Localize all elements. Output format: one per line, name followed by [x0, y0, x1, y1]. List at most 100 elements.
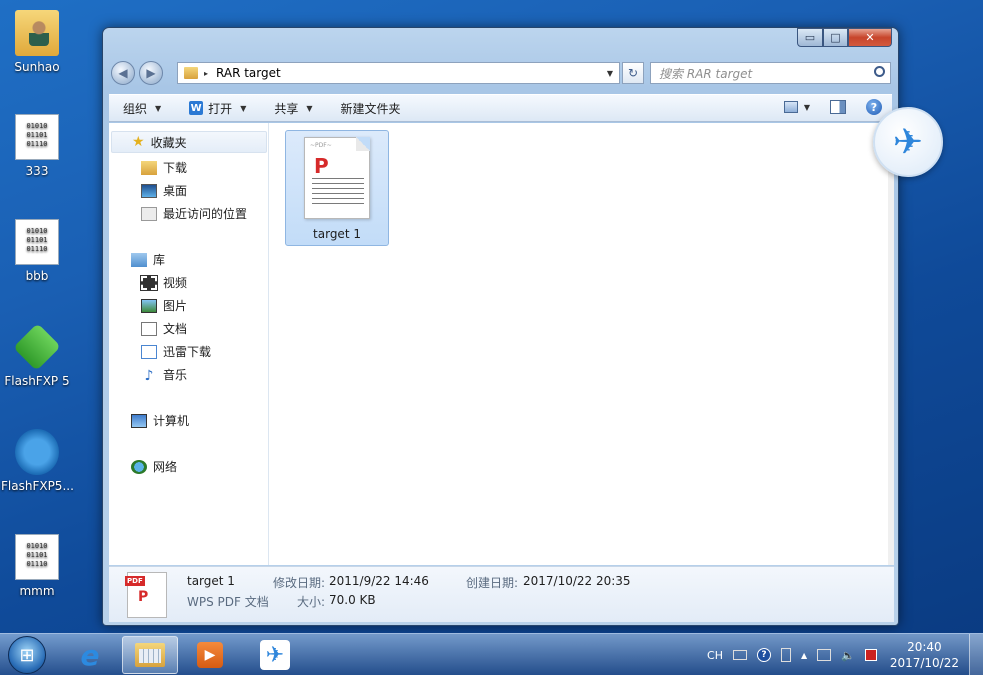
- minimize-button[interactable]: ▭: [797, 28, 823, 47]
- nav-item-downloads[interactable]: 下载: [141, 159, 187, 176]
- show-desktop-button[interactable]: [969, 634, 983, 675]
- address-dropdown-icon[interactable]: ▼: [607, 69, 613, 78]
- system-tray: CH ? ▲ 🔈 20:40 2017/10/22: [702, 634, 983, 675]
- file-name: target 1: [313, 227, 361, 241]
- nav-item-videos[interactable]: 视频: [140, 274, 187, 291]
- keyboard-icon[interactable]: [732, 650, 747, 660]
- share-button[interactable]: 共享 ▼: [274, 100, 312, 117]
- network-icon: [131, 459, 147, 474]
- desktop-icon-flashfxp5-setup[interactable]: FlashFXP5...: [1, 429, 74, 493]
- downloads-folder-icon: [141, 160, 157, 175]
- address-row: ◀ ▶ ▸ RAR target ▼ ↻ 搜索 RAR target: [109, 60, 892, 86]
- desktop-icon-label: Sunhao: [14, 60, 60, 74]
- nav-item-recent-places[interactable]: 最近访问的位置: [141, 205, 247, 222]
- clock-date: 2017/10/22: [889, 656, 959, 670]
- command-bar: 组织 ▼ W 打开 ▼ 共享 ▼ 新建文件夹 ▼ ?: [109, 94, 892, 122]
- file-item[interactable]: ~PDF~ P target 1: [285, 130, 389, 246]
- help-icon[interactable]: ?: [866, 99, 882, 115]
- details-file-name: target 1: [187, 574, 235, 588]
- chevron-down-icon: ▼: [306, 103, 313, 113]
- desktop-icon-sunhao[interactable]: Sunhao: [1, 10, 73, 74]
- search-icon[interactable]: [874, 66, 885, 77]
- clock-time: 20:40: [907, 640, 942, 654]
- taskbar-explorer[interactable]: [122, 636, 178, 674]
- music-note-icon: ♪: [144, 367, 154, 384]
- explorer-window: ▭ □ ✕ ◀ ▶ ▸ RAR target ▼ ↻ 搜索 RAR target…: [102, 27, 899, 626]
- file-explorer-icon: [135, 643, 165, 667]
- nav-computer[interactable]: 计算机: [131, 412, 189, 429]
- close-button[interactable]: ✕: [848, 28, 892, 47]
- language-indicator[interactable]: CH: [707, 649, 723, 662]
- bird-app-icon: ✈: [260, 640, 290, 670]
- nav-libraries-label: 库: [153, 253, 166, 267]
- organize-button[interactable]: 组织 ▼: [123, 100, 161, 117]
- desktop-icon-label: FlashFXP5...: [1, 479, 74, 493]
- open-button[interactable]: W 打开 ▼: [189, 100, 246, 117]
- binary-file-icon: 01010 01101 01110: [15, 534, 59, 580]
- forward-button[interactable]: ▶: [139, 61, 163, 85]
- desktop-icon: [141, 183, 157, 198]
- nav-favorites[interactable]: ★ 收藏夹: [111, 131, 267, 153]
- maximize-button[interactable]: □: [823, 28, 848, 47]
- pen-settings-icon[interactable]: [780, 648, 791, 662]
- documents-icon: [141, 321, 157, 336]
- desktop-icon-label: mmm: [19, 584, 55, 598]
- action-center-icon[interactable]: [864, 649, 877, 661]
- nav-item-music[interactable]: ♪ 音乐: [141, 366, 187, 384]
- show-hidden-icons-icon[interactable]: ▲: [801, 651, 807, 660]
- page-fold: [356, 137, 370, 151]
- desktop-icon-bbb[interactable]: 01010 01101 01110 bbb: [1, 219, 73, 283]
- details-created-label: 创建日期:: [466, 576, 519, 590]
- desktop-icon-333[interactable]: 01010 01101 01110 333: [1, 114, 73, 178]
- floating-bird-icon[interactable]: ✈: [873, 107, 943, 177]
- taskbar-bird-app[interactable]: ✈: [247, 636, 303, 674]
- details-file-type: WPS PDF 文档: [187, 595, 269, 609]
- refresh-button[interactable]: ↻: [622, 62, 644, 84]
- nav-item-desktop[interactable]: 桌面: [141, 182, 187, 199]
- star-icon: ★: [132, 134, 145, 150]
- nav-item-label: 迅雷下载: [163, 345, 212, 359]
- chevron-down-icon[interactable]: ▼: [804, 103, 810, 112]
- new-folder-label: 新建文件夹: [340, 101, 401, 116]
- window-controls: ▭ □ ✕: [797, 28, 892, 47]
- preview-pane-icon[interactable]: [830, 100, 846, 114]
- new-folder-button[interactable]: 新建文件夹: [341, 100, 401, 117]
- taskbar-ie[interactable]: e: [62, 636, 118, 674]
- pdf-file-icon: ~PDF~ P: [304, 137, 370, 219]
- flashfxp-setup-icon: [15, 429, 59, 475]
- search-placeholder: 搜索 RAR target: [659, 66, 753, 81]
- search-input[interactable]: 搜索 RAR target: [650, 62, 891, 84]
- media-player-icon: ▶: [197, 642, 223, 668]
- nav-libraries[interactable]: 库: [131, 251, 165, 268]
- nav-computer-label: 计算机: [153, 414, 190, 428]
- pictures-icon: [141, 298, 157, 313]
- start-button[interactable]: ⊞: [3, 634, 51, 675]
- pdf-file-icon: PDF P: [125, 572, 167, 618]
- breadcrumb-current[interactable]: RAR target: [216, 66, 281, 80]
- nav-item-xunlei-downloads[interactable]: 迅雷下载: [141, 343, 211, 360]
- volume-icon[interactable]: 🔈: [841, 649, 855, 662]
- desktop-icon-flashfxp5[interactable]: FlashFXP 5: [1, 323, 73, 388]
- internet-explorer-icon: e: [80, 638, 100, 672]
- nav-item-documents[interactable]: 文档: [141, 320, 187, 337]
- scrollbar[interactable]: [888, 123, 894, 565]
- network-status-icon[interactable]: [817, 649, 832, 661]
- help-icon[interactable]: ?: [756, 648, 771, 662]
- address-bar[interactable]: ▸ RAR target ▼: [177, 62, 620, 84]
- change-view-icon[interactable]: [783, 101, 798, 113]
- binary-file-icon: 01010 01101 01110: [15, 114, 59, 160]
- nav-item-label: 最近访问的位置: [163, 207, 248, 221]
- navigation-pane: ★ 收藏夹 下载 桌面 最近访问的位置 库 视频 图片 文档 迅雷下载 ♪ 音乐…: [109, 123, 269, 565]
- text-lines: [312, 178, 364, 206]
- breadcrumb-arrow-icon[interactable]: ▸: [204, 69, 208, 78]
- nav-item-pictures[interactable]: 图片: [141, 297, 187, 314]
- pdf-logo-icon: P: [314, 154, 329, 178]
- nav-network[interactable]: 网络: [131, 458, 177, 475]
- desktop-icon-mmm[interactable]: 01010 01101 01110 mmm: [1, 534, 73, 598]
- clock[interactable]: 20:40 2017/10/22: [890, 639, 959, 671]
- taskbar-media-player[interactable]: ▶: [182, 636, 238, 674]
- details-size-label: 大小:: [297, 595, 326, 609]
- back-button[interactable]: ◀: [111, 61, 135, 85]
- pdf-badge: PDF: [125, 576, 145, 586]
- pdf-tag: ~PDF~: [310, 142, 332, 149]
